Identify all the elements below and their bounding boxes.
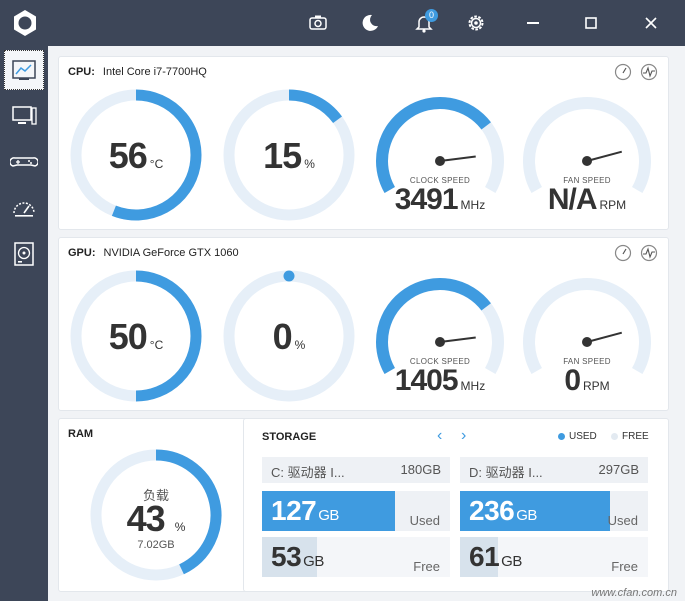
ram-title: RAM bbox=[68, 428, 94, 440]
storage-card: STORAGE ‹ › USED FREE C: 驱动器 I... 180GB … bbox=[243, 418, 669, 592]
dial-needle bbox=[586, 150, 623, 162]
cpu-usage-gauge: 15% bbox=[221, 87, 357, 223]
maximize-icon[interactable] bbox=[576, 8, 606, 38]
storage-next-button[interactable]: › bbox=[461, 427, 466, 445]
ram-card: RAM 负载 43% 7.02GB bbox=[58, 418, 252, 592]
gpu-fan-unit: RPM bbox=[583, 379, 610, 393]
sidebar-item-performance[interactable] bbox=[4, 188, 44, 228]
dial-hub bbox=[435, 156, 445, 166]
sidebar-item-dashboard[interactable] bbox=[4, 50, 44, 90]
dashboard-icon bbox=[12, 60, 36, 80]
drive-d-used-label: Used bbox=[607, 513, 638, 528]
dial-hub bbox=[582, 156, 592, 166]
system-icon bbox=[12, 106, 37, 125]
cpu-gauge-icon[interactable] bbox=[614, 63, 632, 81]
cpu-fan-gauge: FAN SPEED N/A RPM bbox=[519, 87, 655, 223]
app-window: 0 CPU: Intel Core i7-7700HQ 56 °C 15 % C… bbox=[0, 0, 685, 601]
drive-c-used-value: 127 bbox=[271, 495, 317, 526]
gpu-fan-gauge: FAN SPEED 0 RPM bbox=[519, 268, 655, 404]
cpu-graph-icon[interactable] bbox=[640, 63, 658, 81]
app-logo-icon bbox=[14, 10, 36, 36]
gear-icon[interactable] bbox=[463, 10, 489, 36]
storage-title: STORAGE bbox=[262, 431, 317, 443]
gpu-card: GPU: NVIDIA GeForce GTX 1060 50 °C 0% CLOC… bbox=[58, 237, 669, 411]
cpu-fan-value: N/A bbox=[547, 183, 598, 216]
gpu-usage-value: 0 bbox=[272, 316, 293, 357]
cpu-temp-gauge: 56 °C bbox=[68, 87, 204, 223]
gpu-temp-value: 50 bbox=[108, 316, 148, 357]
close-icon[interactable] bbox=[636, 8, 666, 38]
dial-needle bbox=[439, 155, 476, 162]
legend-free-dot bbox=[611, 433, 618, 440]
ram-usage-unit: % bbox=[174, 520, 186, 534]
cpu-usage-value: 15 bbox=[263, 135, 302, 176]
watermark: www.cfan.com.cn bbox=[591, 587, 677, 599]
drive-c-total: 180GB bbox=[400, 462, 441, 477]
sidebar-item-games[interactable] bbox=[4, 142, 44, 182]
sidebar bbox=[0, 46, 48, 601]
ram-gauge: 负载 43% 7.02GB bbox=[81, 447, 231, 597]
drive-d-free-label: Free bbox=[611, 559, 638, 574]
storage-prev-button[interactable]: ‹ bbox=[437, 427, 442, 445]
screenshot-icon[interactable] bbox=[305, 10, 331, 36]
gpu-name: NVIDIA GeForce GTX 1060 bbox=[103, 247, 239, 259]
gpu-label: GPU: bbox=[68, 247, 96, 259]
sidebar-item-storage[interactable] bbox=[4, 234, 44, 274]
cpu-fan-unit: RPM bbox=[599, 198, 627, 212]
gpu-clock-gauge: CLOCK SPEED 1405 MHz bbox=[372, 268, 508, 404]
gpu-usage-unit: % bbox=[294, 338, 306, 352]
cpu-clock-value: 3491 bbox=[394, 183, 459, 216]
hard-drive-icon bbox=[14, 242, 34, 266]
drive-c-free-bar: 53 GB Free bbox=[262, 537, 450, 577]
cpu-label: CPU: bbox=[68, 66, 95, 78]
drive-d-free-value: 61 bbox=[469, 541, 500, 572]
ram-amount: 7.02GB bbox=[137, 539, 175, 551]
dial-needle bbox=[439, 336, 476, 343]
cpu-card: CPU: Intel Core i7-7700HQ 56 °C 15% CLOCK … bbox=[58, 56, 669, 230]
cpu-usage-unit: % bbox=[304, 157, 315, 171]
cpu-temp-unit: °C bbox=[149, 157, 164, 171]
drive-d-used-bar: 236 GB Used bbox=[460, 491, 648, 531]
drive-c-free-label: Free bbox=[413, 559, 440, 574]
gpu-clock-value: 1405 bbox=[394, 364, 459, 397]
drive-c-used-label: Used bbox=[409, 513, 440, 528]
gpu-clock-unit: MHz bbox=[460, 379, 486, 393]
cpu-clock-gauge: CLOCK SPEED 3491 MHz bbox=[372, 87, 508, 223]
sidebar-item-system[interactable] bbox=[4, 96, 44, 136]
speedometer-icon bbox=[13, 202, 35, 217]
legend-used: USED bbox=[558, 431, 597, 442]
ram-usage-value: 43 bbox=[126, 498, 166, 539]
cpu-name: Intel Core i7-7700HQ bbox=[102, 66, 207, 78]
gpu-fan-value: 0 bbox=[564, 364, 581, 397]
minimize-icon[interactable] bbox=[518, 8, 548, 38]
drive-d-total: 297GB bbox=[598, 462, 639, 477]
notification-badge: 0 bbox=[425, 9, 438, 22]
cpu-clock-unit: MHz bbox=[460, 198, 486, 212]
dial-hub bbox=[435, 337, 445, 347]
bell-icon[interactable]: 0 bbox=[411, 9, 438, 36]
drive-c-used-bar: 127 GB Used bbox=[262, 491, 450, 531]
gpu-usage-gauge: 0% bbox=[221, 268, 357, 404]
ring-progress-dot bbox=[283, 270, 295, 282]
ring-progress bbox=[288, 89, 342, 124]
gpu-temp-unit: °C bbox=[149, 338, 164, 352]
gpu-gauge-icon[interactable] bbox=[614, 244, 632, 262]
drive-d-name: D: 驱动器 I... bbox=[469, 465, 543, 480]
gamepad-icon bbox=[10, 157, 38, 167]
drive-c-free-value: 53 bbox=[271, 541, 302, 572]
drive-c-name: C: 驱动器 I... bbox=[271, 465, 345, 480]
title-bar: 0 bbox=[0, 0, 685, 46]
gpu-temp-gauge: 50 °C bbox=[68, 268, 204, 404]
legend-free: FREE bbox=[611, 431, 649, 442]
gpu-graph-icon[interactable] bbox=[640, 244, 658, 262]
moon-icon[interactable] bbox=[357, 10, 383, 36]
drive-d-used-value: 236 bbox=[469, 495, 515, 526]
dial-hub bbox=[582, 337, 592, 347]
legend-used-dot bbox=[558, 433, 565, 440]
cpu-temp-value: 56 bbox=[108, 135, 148, 176]
drive-d-free-bar: 61 GB Free bbox=[460, 537, 648, 577]
dial-needle bbox=[586, 331, 623, 343]
